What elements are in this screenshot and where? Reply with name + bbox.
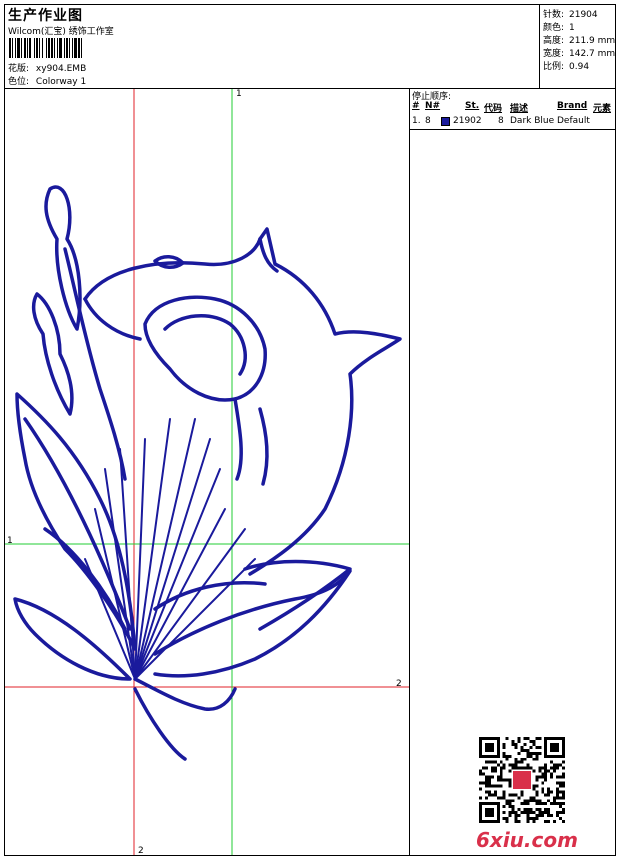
row-description: Dark Blue: [510, 116, 555, 126]
design-file-label: 花版:: [8, 64, 30, 74]
green-axis-left-label: 1: [7, 536, 13, 546]
page-title: 生产作业图: [8, 8, 83, 24]
shark-embroidery-icon: [13, 185, 402, 761]
stats-divider: [539, 4, 540, 88]
studio-name: Wilcom(汇宝) 绣饰工作室: [8, 27, 114, 37]
colorway-row: 色位: Colorway 1: [8, 74, 86, 87]
red-axis-bottom-label: 2: [138, 846, 144, 856]
thread-color-swatch: [441, 117, 450, 126]
col-brand: Brand: [557, 101, 588, 111]
design-file-value: xy904.EMB: [35, 64, 87, 74]
col-description: 描述: [510, 104, 529, 114]
col-stitches: St.: [465, 101, 480, 111]
stat-stitches: 针数: 21904: [543, 10, 598, 20]
green-axis-top-label: 1: [236, 89, 242, 99]
row-brand: Default: [557, 116, 590, 126]
qr-code-icon: [479, 737, 565, 823]
row-needle: 8: [425, 116, 431, 126]
colorway-value: Colorway 1: [35, 77, 87, 87]
stat-colors: 颜色: 1: [543, 23, 575, 33]
col-index: #: [412, 101, 420, 111]
stat-height: 高度: 211.9 mm: [543, 36, 616, 46]
table-row: 1. 8 21902 8 Dark Blue Default: [412, 116, 615, 128]
colorway-label: 色位:: [8, 77, 30, 87]
stat-scale: 比例: 0.94: [543, 62, 590, 72]
col-code: 代码: [484, 104, 503, 114]
watermark-text: 6xiu.com: [476, 828, 578, 852]
col-needle: N#: [425, 101, 441, 111]
barcode-icon: [9, 38, 82, 58]
row-code: 8: [498, 116, 504, 126]
panel-divider: [409, 88, 410, 856]
stop-table-header: # N# St. 代码 描述 Brand 元素: [412, 101, 615, 114]
table-divider: [409, 129, 616, 130]
red-axis-right-label: 2: [396, 679, 402, 689]
row-stitches: 21902: [453, 116, 482, 126]
embroidery-preview: [5, 89, 409, 855]
row-index: 1.: [412, 116, 421, 126]
stat-width: 宽度: 142.7 mm: [543, 49, 616, 59]
col-element: 元素: [593, 104, 612, 114]
design-file-row: 花版: xy904.EMB: [8, 61, 86, 74]
